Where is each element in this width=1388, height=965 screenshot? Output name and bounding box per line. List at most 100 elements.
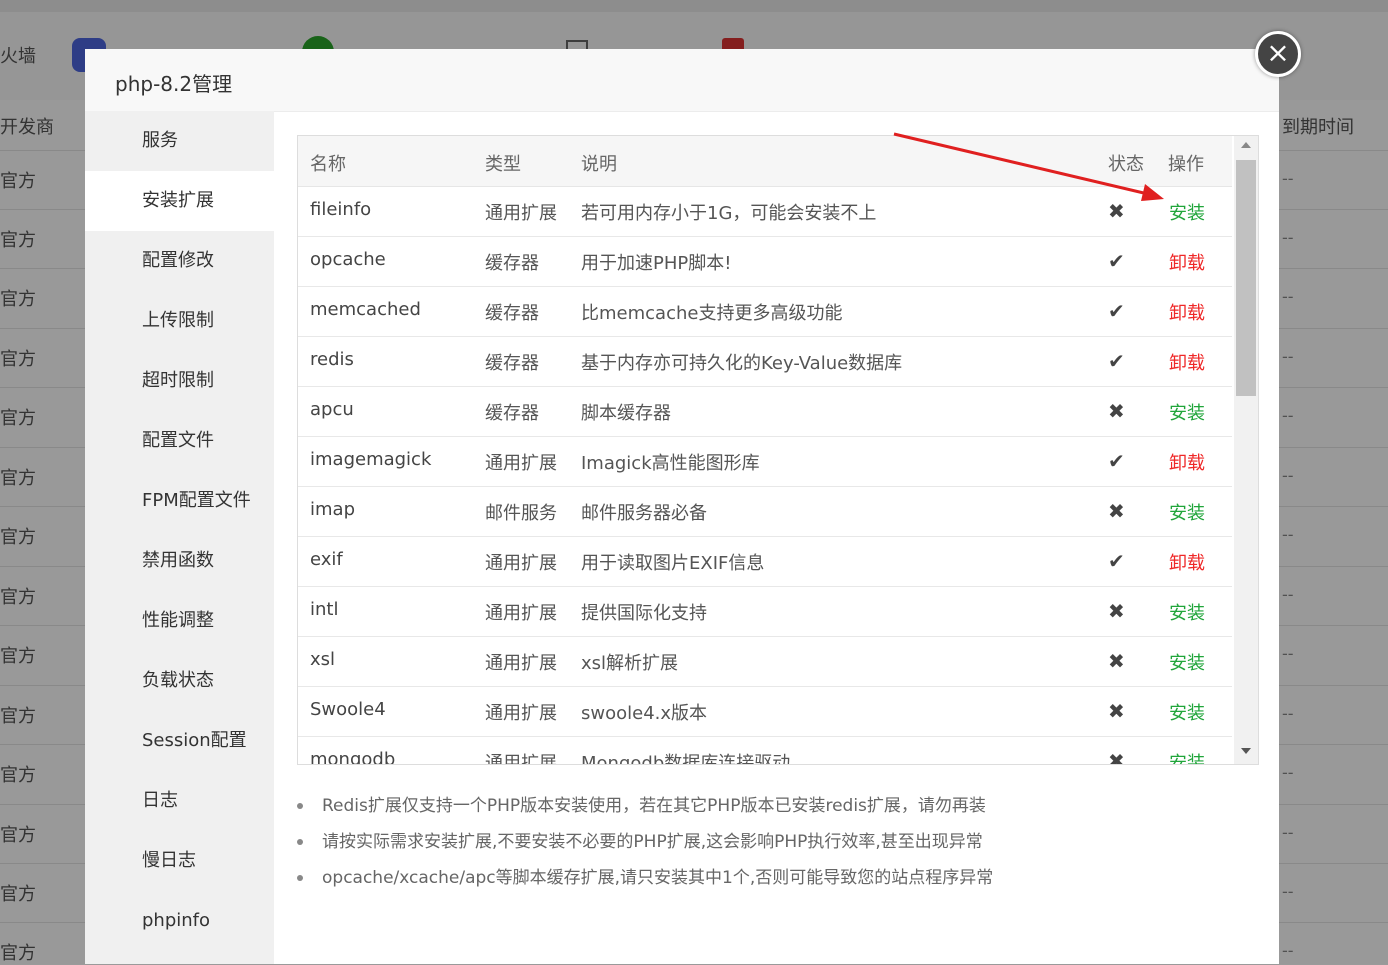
extension-name: Swoole4	[310, 699, 386, 720]
table-row: Swoole4 通用扩展 swoole4.x版本 ✖ 安装	[298, 686, 1232, 737]
install-link[interactable]: 安装	[1169, 399, 1205, 425]
sidebar-item[interactable]: 日志	[85, 771, 274, 831]
extension-name: imagemagick	[310, 449, 432, 470]
sidebar-item[interactable]: 慢日志	[85, 831, 274, 891]
header-name: 名称	[310, 154, 346, 175]
modal-title: php-8.2管理	[115, 72, 233, 96]
install-link[interactable]: 安装	[1169, 649, 1205, 675]
extension-type: 通用扩展	[485, 203, 557, 224]
not-installed-x-icon: ✖	[1108, 399, 1125, 423]
extension-name: redis	[310, 349, 354, 370]
extension-desc: 若可用内存小于1G，可能会安装不上	[581, 203, 877, 224]
modal-header: php-8.2管理	[85, 49, 1279, 112]
extension-desc: 用于加速PHP脚本!	[581, 253, 732, 274]
extension-desc: xsl解析扩展	[581, 653, 679, 674]
extension-type: 通用扩展	[485, 653, 557, 674]
table-row: xsl 通用扩展 xsl解析扩展 ✖ 安装	[298, 636, 1232, 687]
tips-list: Redis扩展仅支持一个PHP版本安装使用，若在其它PHP版本已安装redis扩…	[297, 791, 1257, 899]
header-status: 状态	[1108, 154, 1144, 175]
extension-name: memcached	[310, 299, 421, 320]
extension-desc: swoole4.x版本	[581, 703, 708, 724]
extension-name: xsl	[310, 649, 336, 670]
extension-desc: 脚本缓存器	[581, 403, 671, 424]
installed-check-icon: ✔	[1108, 249, 1125, 273]
sidebar-item[interactable]: 超时限制	[85, 351, 274, 411]
not-installed-x-icon: ✖	[1108, 199, 1125, 223]
extension-desc: Mongodb数据库连接驱动	[581, 753, 791, 765]
table-row: memcached 缓存器 比memcache支持更多高级功能 ✔ 卸载	[298, 286, 1232, 337]
table-row: opcache 缓存器 用于加速PHP脚本! ✔ 卸载	[298, 236, 1232, 287]
sidebar-item[interactable]: Session配置	[85, 711, 274, 771]
install-link[interactable]: 安装	[1169, 499, 1205, 525]
extension-type: 通用扩展	[485, 753, 557, 765]
sidebar-item[interactable]: 性能调整	[85, 591, 274, 651]
installed-check-icon: ✔	[1108, 549, 1125, 573]
extension-desc: 邮件服务器必备	[581, 503, 707, 524]
extension-type: 邮件服务	[485, 503, 557, 524]
extension-name: mongodb	[310, 749, 396, 765]
uninstall-link[interactable]: 卸载	[1169, 549, 1205, 575]
installed-check-icon: ✔	[1108, 449, 1125, 473]
tip-item: opcache/xcache/apc等脚本缓存扩展,请只安装其中1个,否则可能导…	[297, 863, 1257, 899]
extension-type: 通用扩展	[485, 553, 557, 574]
not-installed-x-icon: ✖	[1108, 499, 1125, 523]
extension-name: opcache	[310, 249, 386, 270]
not-installed-x-icon: ✖	[1108, 649, 1125, 673]
sidebar-item[interactable]: 负载状态	[85, 651, 274, 711]
uninstall-link[interactable]: 卸载	[1169, 349, 1205, 375]
sidebar-item[interactable]: 配置修改	[85, 231, 274, 291]
scroll-up-arrow-icon[interactable]	[1241, 142, 1251, 148]
extension-type: 通用扩展	[485, 453, 557, 474]
sidebar-item[interactable]: 安装扩展	[85, 171, 274, 231]
scrollbar-thumb[interactable]	[1236, 160, 1256, 396]
table-scrollbar[interactable]	[1234, 136, 1258, 764]
header-desc: 说明	[581, 154, 617, 175]
table-row: intl 通用扩展 提供国际化支持 ✖ 安装	[298, 586, 1232, 637]
extension-name: exif	[310, 549, 343, 570]
header-type: 类型	[485, 154, 521, 175]
extensions-table-container[interactable]: 名称 类型 说明 状态 操作 fileinfo 通用扩展 若可用内存小于1G，可能会…	[297, 135, 1259, 765]
sidebar-item[interactable]: 配置文件	[85, 411, 274, 471]
tip-item: Redis扩展仅支持一个PHP版本安装使用，若在其它PHP版本已安装redis扩…	[297, 791, 1257, 827]
table-row: fileinfo 通用扩展 若可用内存小于1G，可能会安装不上 ✖ 安装	[298, 186, 1232, 237]
header-action: 操作	[1168, 154, 1204, 175]
sidebar-item[interactable]: 上传限制	[85, 291, 274, 351]
extension-desc: 提供国际化支持	[581, 603, 707, 624]
extension-type: 通用扩展	[485, 603, 557, 624]
extension-name: fileinfo	[310, 199, 372, 220]
extension-type: 缓存器	[485, 353, 539, 374]
not-installed-x-icon: ✖	[1108, 699, 1125, 723]
extension-type: 通用扩展	[485, 703, 557, 724]
extension-desc: 基于内存亦可持久化的Key-Value数据库	[581, 353, 903, 374]
install-link[interactable]: 安装	[1169, 599, 1205, 625]
extension-name: intl	[310, 599, 339, 620]
uninstall-link[interactable]: 卸载	[1169, 299, 1205, 325]
scroll-down-arrow-icon[interactable]	[1241, 748, 1251, 754]
installed-check-icon: ✔	[1108, 349, 1125, 373]
extension-desc: 用于读取图片EXIF信息	[581, 553, 765, 574]
modal-sidebar: 服务 安装扩展 配置修改 上传限制 超时限制 配置文件 FPM配置文件 禁用函数 性能调整 负载状…	[85, 111, 274, 964]
not-installed-x-icon: ✖	[1108, 749, 1125, 765]
tip-item: 请按实际需求安装扩展,不要安装不必要的PHP扩展,这会影响PHP执行效率,甚至出…	[297, 827, 1257, 863]
install-link[interactable]: 安装	[1169, 749, 1205, 764]
extension-desc: 比memcache支持更多高级功能	[581, 303, 843, 324]
sidebar-item[interactable]: phpinfo	[85, 891, 274, 951]
uninstall-link[interactable]: 卸载	[1169, 249, 1205, 275]
uninstall-link[interactable]: 卸载	[1169, 449, 1205, 475]
sidebar-item[interactable]: 服务	[85, 111, 274, 171]
install-link[interactable]: 安装	[1169, 199, 1205, 225]
sidebar-item[interactable]: 禁用函数	[85, 531, 274, 591]
sidebar-item[interactable]: FPM配置文件	[85, 471, 274, 531]
table-row: imagemagick 通用扩展 Imagick高性能图形库 ✔ 卸载	[298, 436, 1232, 487]
table-row: mongodb 通用扩展 Mongodb数据库连接驱动 ✖ 安装	[298, 736, 1232, 765]
extension-type: 缓存器	[485, 253, 539, 274]
close-modal-button[interactable]: ×	[1255, 31, 1301, 77]
table-header: 名称 类型 说明 状态 操作	[298, 136, 1232, 187]
table-row: imap 邮件服务 邮件服务器必备 ✖ 安装	[298, 486, 1232, 537]
extension-name: imap	[310, 499, 355, 520]
extension-desc: Imagick高性能图形库	[581, 453, 760, 474]
table-row: redis 缓存器 基于内存亦可持久化的Key-Value数据库 ✔ 卸载	[298, 336, 1232, 387]
extension-type: 缓存器	[485, 303, 539, 324]
not-installed-x-icon: ✖	[1108, 599, 1125, 623]
install-link[interactable]: 安装	[1169, 699, 1205, 725]
